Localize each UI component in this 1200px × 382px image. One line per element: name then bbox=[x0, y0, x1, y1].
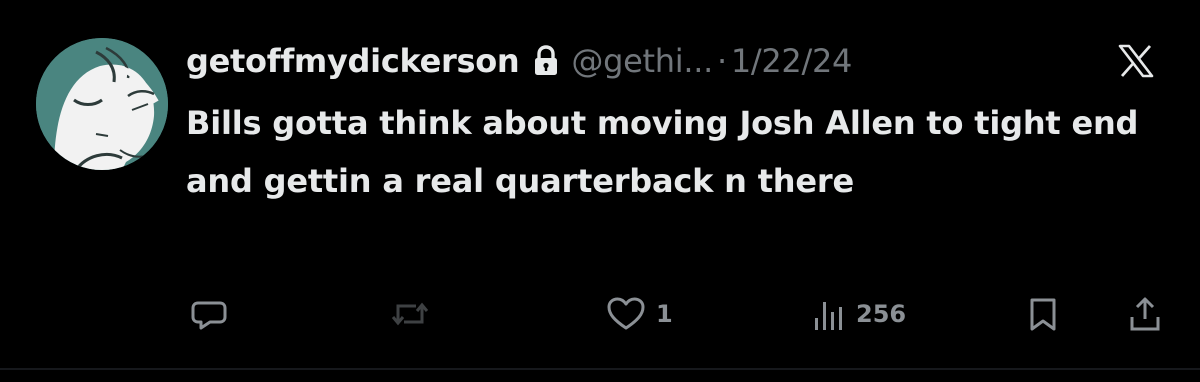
share-icon bbox=[1128, 295, 1162, 333]
bookmark-button[interactable] bbox=[1028, 290, 1058, 338]
divider bbox=[0, 368, 1200, 370]
x-logo-icon bbox=[1118, 44, 1154, 78]
user-handle[interactable]: @gethi... bbox=[571, 42, 713, 80]
retweet-button[interactable] bbox=[390, 290, 430, 338]
tweet-date[interactable]: 1/22/24 bbox=[731, 42, 853, 80]
bar-chart-icon bbox=[812, 296, 846, 332]
reply-button[interactable] bbox=[190, 290, 228, 338]
tweet-card[interactable]: getoffmydickerson @gethi... · 1/22/24 Bi… bbox=[0, 0, 1200, 382]
display-name[interactable]: getoffmydickerson bbox=[186, 42, 520, 80]
lock-icon bbox=[533, 45, 559, 77]
views-button[interactable]: 256 bbox=[812, 290, 906, 338]
action-bar: 1 256 bbox=[0, 290, 1200, 340]
like-count: 1 bbox=[656, 300, 673, 328]
speech-bubble-icon bbox=[190, 295, 228, 333]
tweet-text: Bills gotta think about moving Josh Alle… bbox=[186, 104, 1139, 200]
share-button[interactable] bbox=[1128, 290, 1162, 338]
heart-icon bbox=[606, 296, 646, 332]
like-button[interactable]: 1 bbox=[606, 290, 673, 338]
avatar[interactable] bbox=[36, 38, 168, 170]
avatar-drawing bbox=[36, 38, 168, 170]
bookmark-icon bbox=[1028, 296, 1058, 332]
retweet-icon bbox=[390, 296, 430, 332]
views-count: 256 bbox=[856, 300, 907, 328]
tweet-header: getoffmydickerson @gethi... · 1/22/24 bbox=[186, 38, 852, 84]
separator-dot: · bbox=[716, 42, 727, 80]
